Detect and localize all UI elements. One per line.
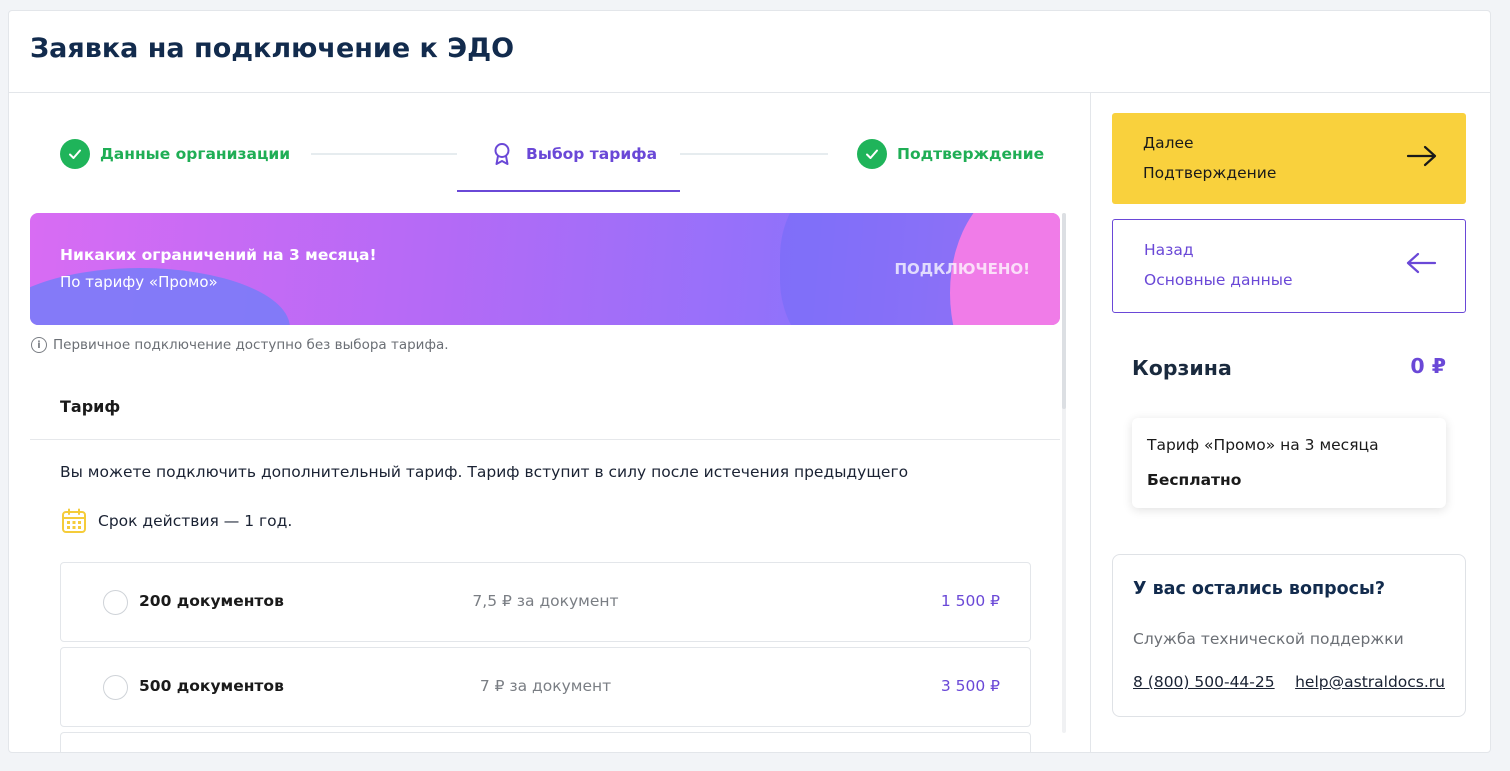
cart-item: Тариф «Промо» на 3 месяца Бесплатно xyxy=(1132,418,1446,508)
step-connector xyxy=(680,153,828,155)
promo-title: Никаких ограничений на 3 месяца! xyxy=(60,246,377,264)
step-label: Выбор тарифа xyxy=(526,145,658,163)
tariff-name: 200 документов xyxy=(139,592,284,610)
support-subtitle: Служба технической поддержки xyxy=(1133,630,1404,648)
support-phone-link[interactable]: 8 (800) 500-44-25 xyxy=(1133,673,1275,691)
validity-period: Срок действия — 1 год. xyxy=(61,508,292,534)
scrollbar-thumb[interactable] xyxy=(1062,213,1066,409)
promo-banner: Никаких ограничений на 3 месяца! По тари… xyxy=(30,213,1060,325)
next-button-label: Далее xyxy=(1143,134,1194,152)
support-title: У вас остались вопросы? xyxy=(1133,579,1385,599)
arrow-right-icon xyxy=(1406,144,1438,168)
support-email-link[interactable]: help@astraldocs.ru xyxy=(1295,673,1445,691)
tariff-option[interactable]: 7,5 ₽ за документ 200 документов 1 500 ₽ xyxy=(60,562,1031,642)
page-title: Заявка на подключение к ЭДО xyxy=(30,33,515,64)
main-content: Данные организации Выбор тарифа Подтверж… xyxy=(9,93,1090,752)
info-icon: i xyxy=(31,337,47,353)
promo-status: ПОДКЛЮЧЕНО! xyxy=(894,260,1030,278)
info-note: i Первичное подключение доступно без выб… xyxy=(31,337,449,353)
promo-subtitle: По тарифу «Промо» xyxy=(60,273,218,291)
check-icon xyxy=(857,139,887,169)
tariff-name: 500 документов xyxy=(139,677,284,695)
info-note-text: Первичное подключение доступно без выбор… xyxy=(53,337,449,353)
step-label: Подтверждение xyxy=(897,145,1045,163)
step-label: Данные организации xyxy=(100,145,291,163)
sidebar: Далее Подтверждение Назад Основные данны… xyxy=(1090,93,1490,752)
step-connector xyxy=(311,153,457,155)
cart-total: 0 ₽ xyxy=(1410,354,1446,378)
next-button[interactable]: Далее Подтверждение xyxy=(1112,113,1466,204)
next-button-sublabel: Подтверждение xyxy=(1143,164,1277,182)
divider xyxy=(30,439,1060,440)
step-organization-data[interactable]: Данные организации xyxy=(60,138,290,170)
tariff-price: 1 500 ₽ xyxy=(940,592,1000,610)
award-icon xyxy=(492,142,512,166)
back-button[interactable]: Назад Основные данные xyxy=(1112,219,1466,313)
cart-item-name: Тариф «Промо» на 3 месяца xyxy=(1147,436,1379,454)
cart-item-price: Бесплатно xyxy=(1147,471,1242,489)
calendar-icon xyxy=(61,508,87,534)
cart-title: Корзина xyxy=(1132,356,1232,380)
tariff-description: Вы можете подключить дополнительный тари… xyxy=(60,463,909,481)
check-icon xyxy=(60,139,90,169)
tariff-price: 3 500 ₽ xyxy=(940,677,1000,695)
scrollbar[interactable] xyxy=(1062,213,1066,733)
page-header: Заявка на подключение к ЭДО xyxy=(9,11,1490,93)
tariff-option[interactable] xyxy=(60,732,1031,752)
active-step-indicator xyxy=(457,190,680,192)
application-card: Заявка на подключение к ЭДО Данные орган… xyxy=(8,10,1491,753)
validity-text: Срок действия — 1 год. xyxy=(98,512,293,530)
support-card: У вас остались вопросы? Служба техническ… xyxy=(1112,554,1466,717)
tariff-section-title: Тариф xyxy=(60,397,121,416)
step-confirmation[interactable]: Подтверждение xyxy=(857,138,1044,170)
back-button-sublabel: Основные данные xyxy=(1144,271,1293,289)
step-tariff-selection[interactable]: Выбор тарифа xyxy=(492,138,657,170)
arrow-left-icon xyxy=(1405,251,1437,275)
tariff-option[interactable]: 7 ₽ за документ 500 документов 3 500 ₽ xyxy=(60,647,1031,727)
back-button-label: Назад xyxy=(1144,241,1194,259)
